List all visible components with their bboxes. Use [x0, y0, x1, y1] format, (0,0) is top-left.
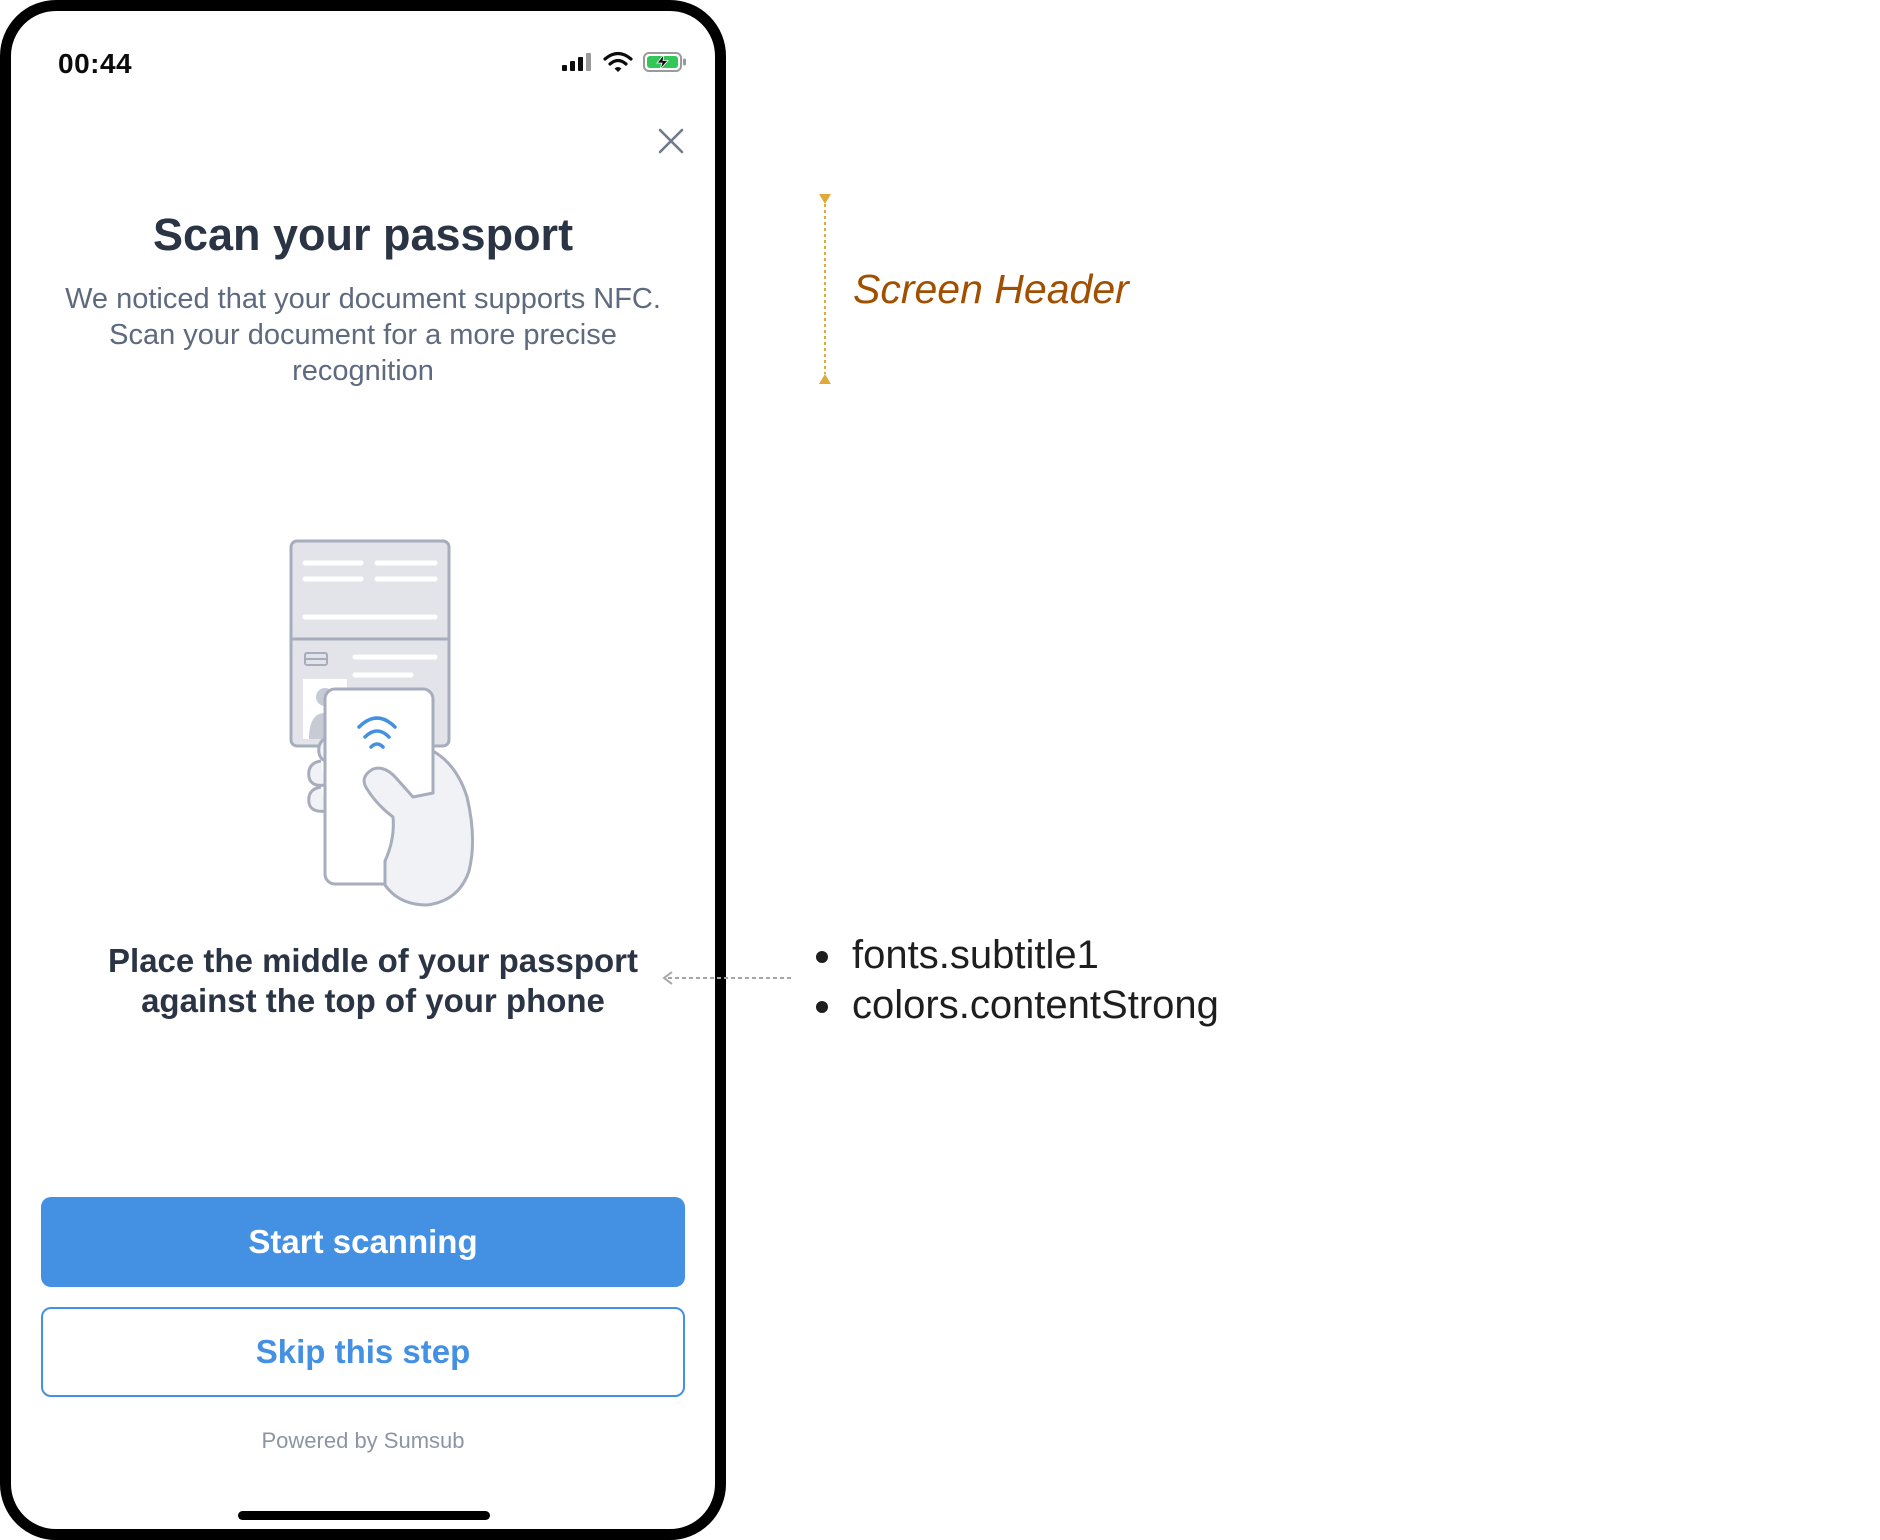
- phone-frame: 00:44 Scan your passport We noticed that…: [0, 0, 726, 1540]
- home-indicator: [238, 1511, 490, 1520]
- screen-header-annotation: Screen Header: [853, 266, 1129, 312]
- powered-by-label: Powered by Sumsub: [261, 1428, 465, 1453]
- screen-subtitle: We noticed that your document supports N…: [65, 283, 661, 387]
- start-scanning-button[interactable]: Start scanning: [41, 1197, 685, 1287]
- status-bar: 00:44: [11, 11, 715, 111]
- style-annotation-list: fonts.subtitle1 colors.contentStrong: [812, 930, 1219, 1030]
- status-time: 00:44: [58, 48, 133, 79]
- wifi-icon: [603, 51, 633, 72]
- cellular-signal-icon: [562, 53, 591, 71]
- battery-charging-icon: [643, 52, 686, 72]
- style-annotation-item: colors.contentStrong: [812, 980, 1219, 1030]
- annotation-arrow-icon: [662, 971, 792, 985]
- skip-step-button[interactable]: Skip this step: [41, 1307, 685, 1397]
- scan-instruction: Place the middle of your passport agains…: [108, 942, 638, 1019]
- style-annotation-item: fonts.subtitle1: [812, 930, 1219, 980]
- close-button[interactable]: [645, 115, 697, 167]
- status-icons: [561, 51, 687, 73]
- passport-nfc-illustration: [289, 539, 475, 907]
- screen-title: Scan your passport: [152, 209, 574, 260]
- close-icon: [658, 128, 684, 154]
- header-bracket-icon: [819, 194, 831, 384]
- stage: 00:44 Scan your passport We noticed that…: [0, 0, 1880, 1540]
